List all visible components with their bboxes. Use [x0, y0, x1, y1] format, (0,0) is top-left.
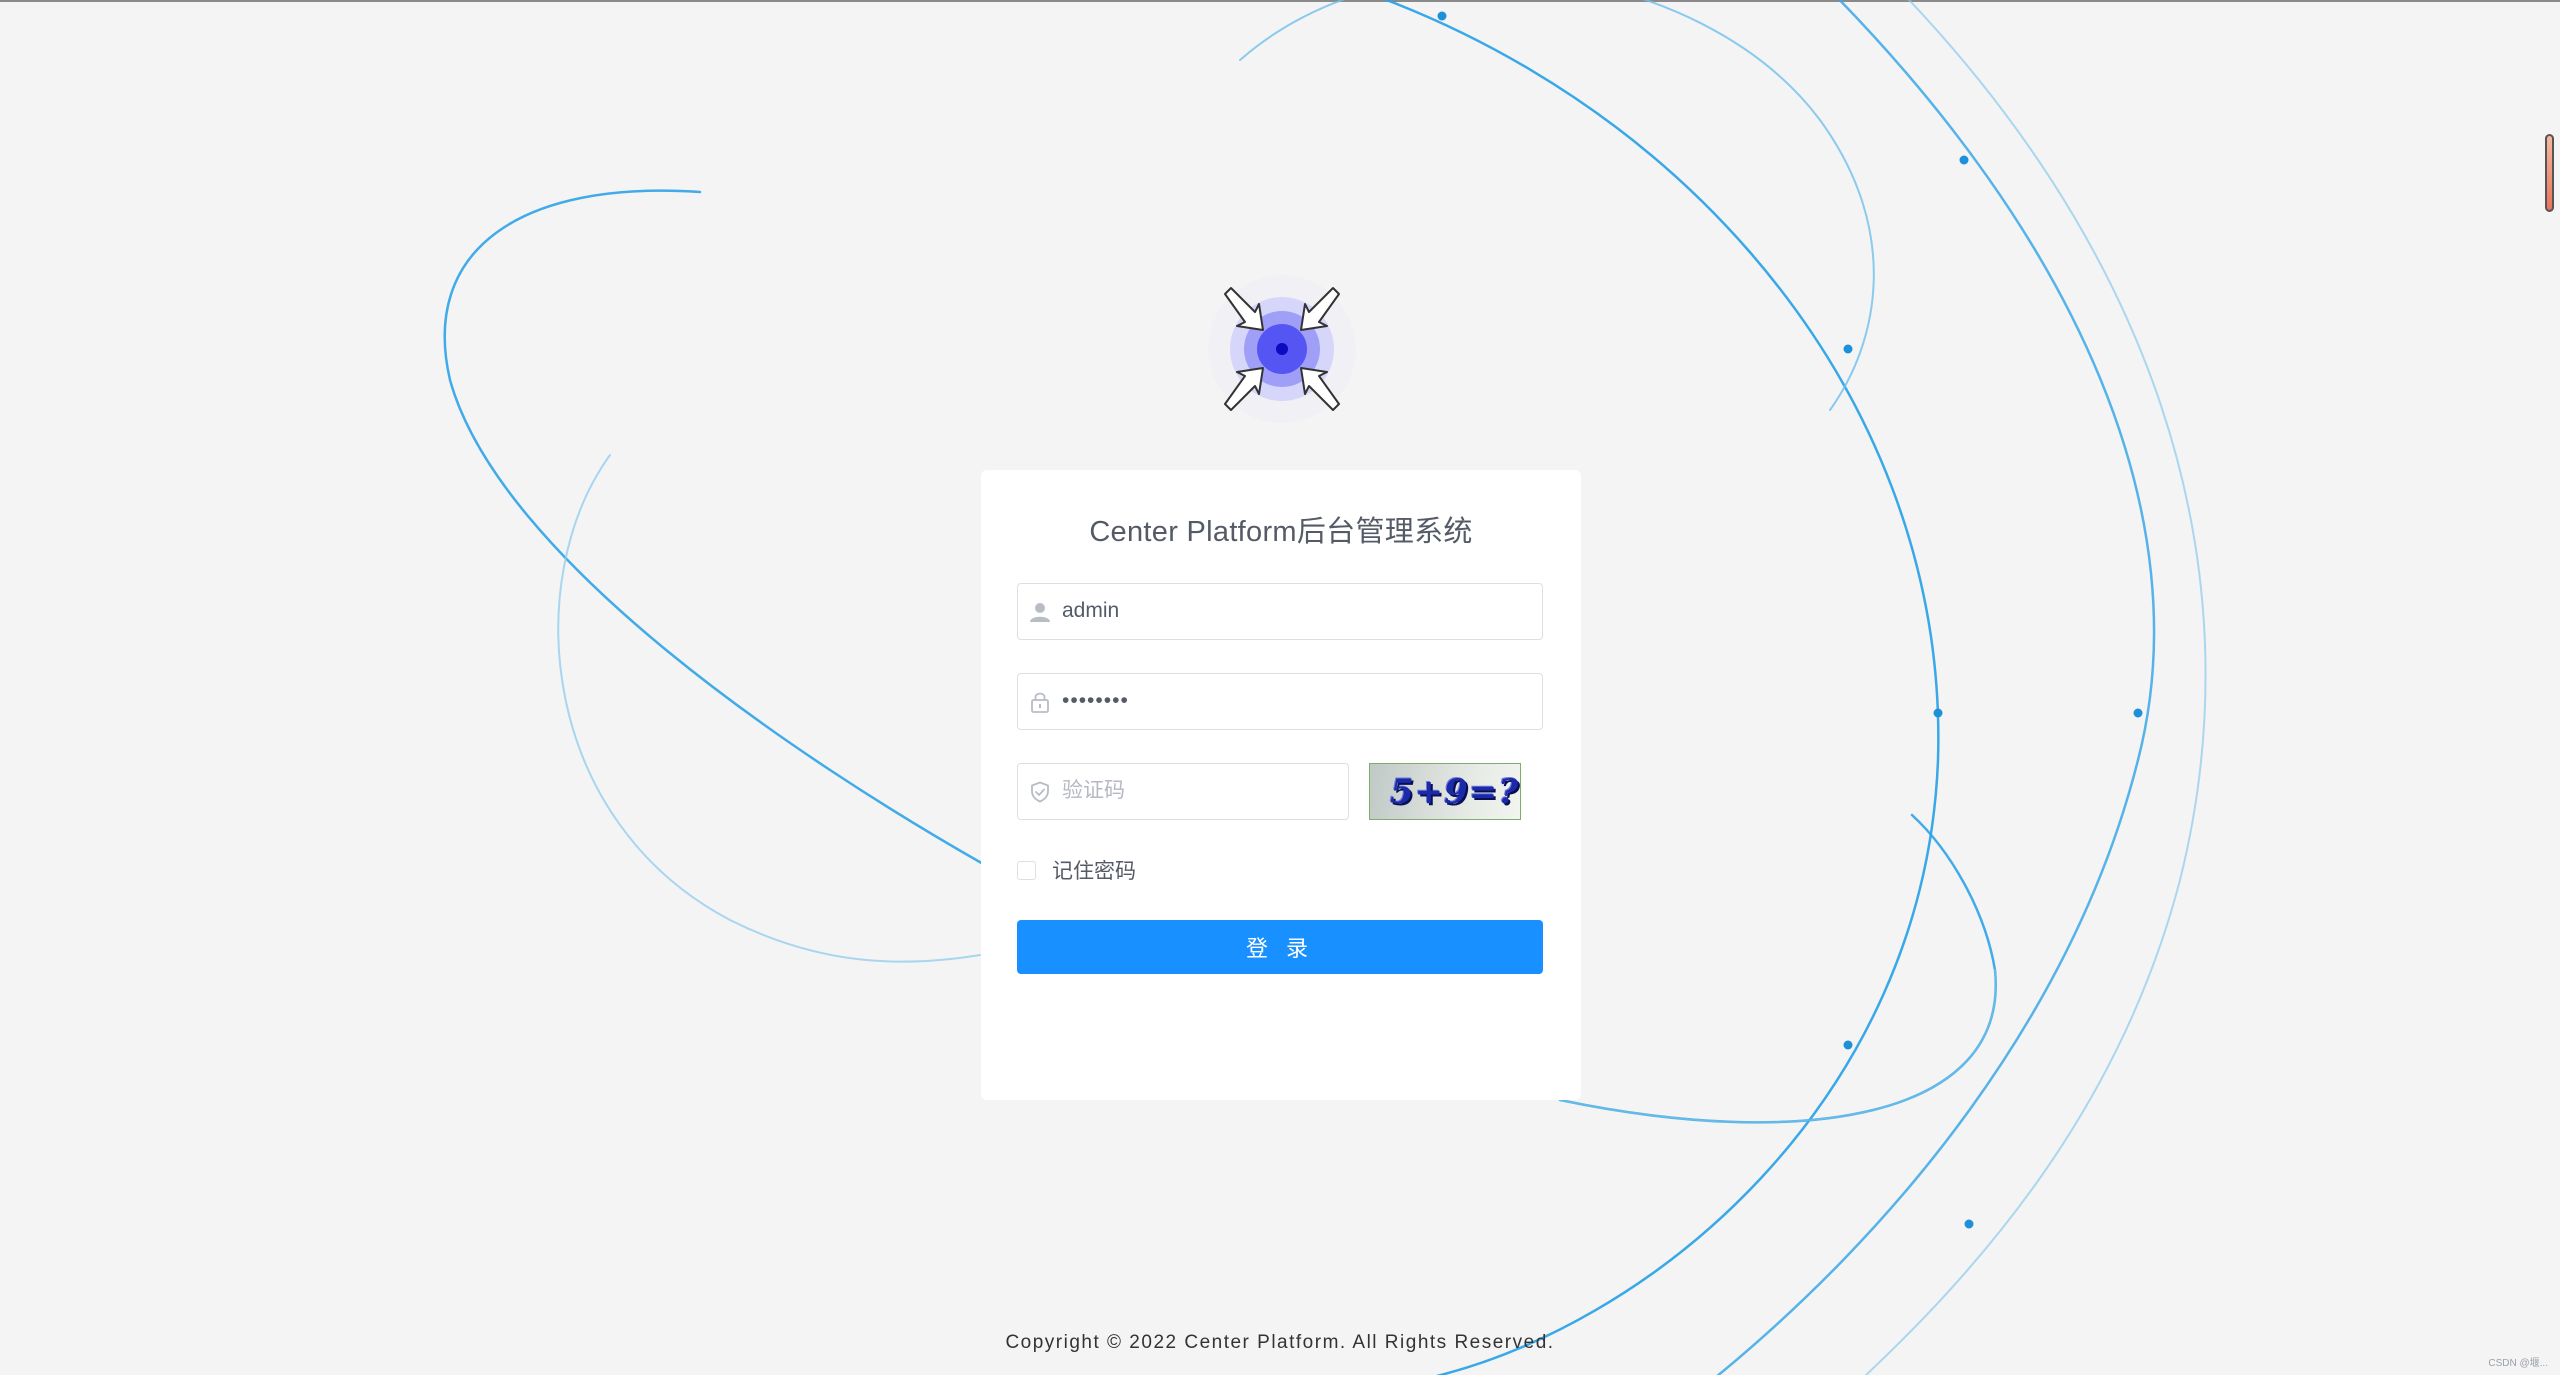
captcha-image[interactable]: 5+9=?	[1369, 763, 1521, 820]
orbit-dot	[1933, 708, 1943, 718]
login-page: Center Platform后台管理系统 5+9=?	[0, 0, 2560, 1375]
username-field[interactable]	[1017, 583, 1543, 640]
orbit-dot	[1437, 11, 1447, 21]
shield-check-icon	[1031, 781, 1049, 803]
user-icon	[1030, 603, 1050, 622]
captcha-field[interactable]	[1017, 763, 1349, 820]
scroll-handle[interactable]	[2545, 134, 2554, 212]
orbit-ellipse-bottom-faint	[1559, 969, 1997, 1124]
orbit-dot	[1959, 155, 1969, 165]
login-button[interactable]: 登 录	[1017, 920, 1543, 974]
remember-label: 记住密码	[1052, 860, 1136, 883]
orbit-ellipse-bottom	[1558, 813, 1997, 1124]
logo-icon	[1208, 275, 1356, 423]
watermark: CSDN @堰...	[2488, 1358, 2548, 1369]
footer-copyright: Copyright © 2022 Center Platform. All Ri…	[1005, 1332, 1555, 1353]
remember-checkbox[interactable]	[1017, 860, 1036, 880]
captcha-text: 5+9=?	[1390, 772, 1520, 812]
remember-password[interactable]: 记住密码	[1017, 855, 1136, 885]
orbit-dot	[1843, 1040, 1853, 1050]
lock-icon	[1031, 692, 1049, 713]
orbit-dot	[1843, 344, 1853, 354]
orbit-ellipse	[443, 189, 987, 867]
password-field[interactable]	[1017, 673, 1543, 730]
orbit-inner-loop	[557, 454, 981, 963]
captcha-input[interactable]	[1062, 764, 1342, 818]
login-card: Center Platform后台管理系统 5+9=?	[981, 470, 1581, 1100]
password-input[interactable]	[1062, 674, 1532, 728]
orbit-dot	[1964, 1219, 1974, 1229]
page-title: Center Platform后台管理系统	[1089, 516, 1473, 548]
username-input[interactable]	[1062, 584, 1532, 638]
orbit-dot	[2133, 708, 2143, 718]
